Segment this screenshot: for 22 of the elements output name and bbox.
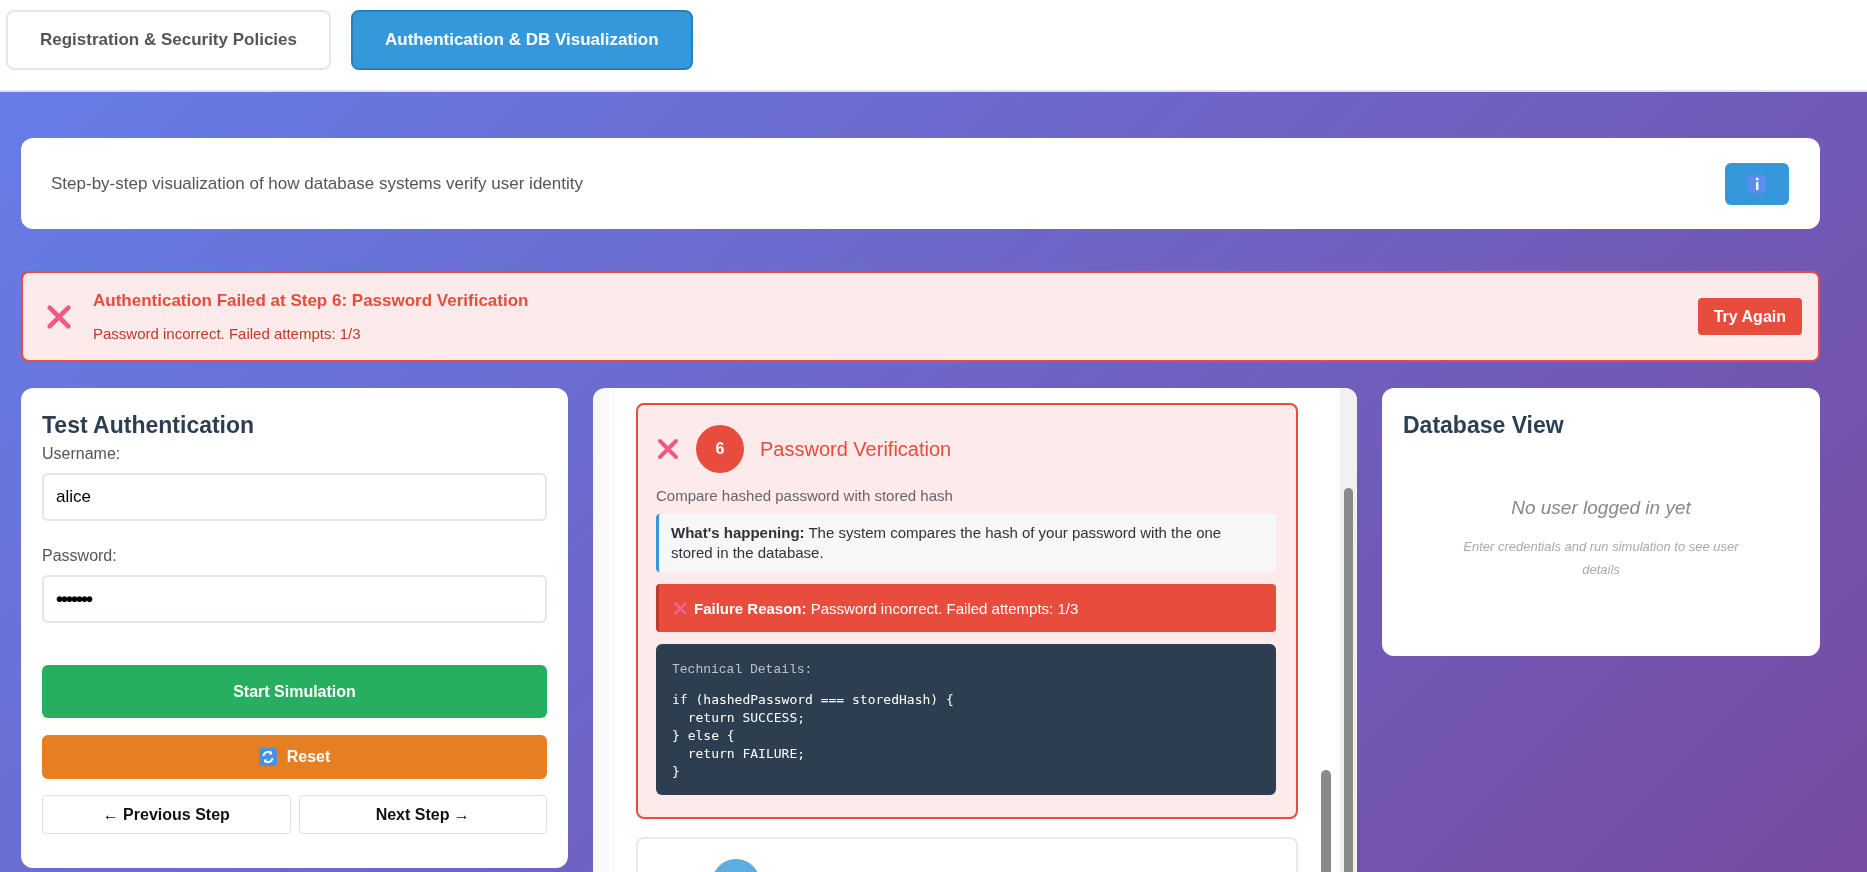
password-field[interactable]: •••••••	[42, 575, 547, 623]
step-description: Compare hashed password with stored hash	[656, 487, 954, 504]
previous-step-button[interactable]: ← Previous Step	[42, 795, 291, 834]
tab[interactable]: Registration & Security Policies	[6, 10, 331, 70]
next-step-button[interactable]: Next Step →	[298, 795, 547, 834]
field-label: Password:	[42, 547, 118, 565]
intro-text: Step-by-step visualization of how database systems verify user identity	[51, 173, 583, 194]
card-title: Database View	[1403, 412, 1565, 439]
empty-title: No user logged in yet	[1510, 497, 1693, 519]
explanation: What's happening: The system compares the hash of your password with the one stored in the database.	[656, 514, 1276, 572]
failure-reason: Failure Reason: Password incorrect. Failed attempts: 1/3	[694, 599, 1079, 617]
field-label: Username:	[42, 445, 122, 463]
try-again-button[interactable]: Try Again	[1697, 298, 1802, 335]
error-title: Authentication Failed at Step 6: Password Verification	[93, 291, 530, 311]
username-field[interactable]: alice	[42, 473, 547, 521]
error-message: Password incorrect. Failed attempts: 1/3	[93, 325, 362, 342]
card-title: Test Authentication	[42, 412, 256, 439]
step-number: 6	[696, 425, 744, 473]
code-text: if (hashedPassword === storedHash) { return SUCCESS; } else { return FAILURE; }	[672, 691, 955, 781]
empty-hint: Enter credentials and run simulation to see user details	[1462, 538, 1740, 579]
step-title: Password Verification	[760, 437, 952, 461]
code-title: Technical Details:	[672, 662, 814, 677]
